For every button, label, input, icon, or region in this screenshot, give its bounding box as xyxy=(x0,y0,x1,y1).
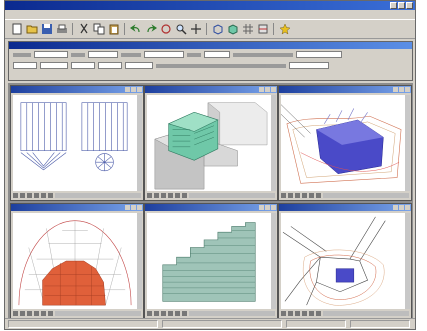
toolbar-separator xyxy=(72,23,73,35)
subwindow-site-view[interactable] xyxy=(278,85,412,201)
toolbar-separator xyxy=(273,23,274,35)
shade-icon[interactable] xyxy=(226,23,239,36)
vertical-scrollbar[interactable] xyxy=(271,95,276,191)
parameter-field[interactable] xyxy=(98,62,122,69)
parameter-field[interactable] xyxy=(204,51,230,58)
parameter-field[interactable] xyxy=(125,62,153,69)
property-dialog xyxy=(8,41,413,81)
parameter-field[interactable] xyxy=(289,62,329,69)
subwindow-toolbar xyxy=(147,192,275,199)
parameter-field[interactable] xyxy=(144,51,184,58)
horizontal-scrollbar[interactable] xyxy=(55,193,141,198)
subwindow-title-bar xyxy=(279,204,411,211)
field-label xyxy=(233,52,293,57)
title-bar xyxy=(5,1,415,10)
vertical-scrollbar[interactable] xyxy=(405,95,410,191)
subwindow-toolbar xyxy=(13,310,141,317)
vertical-scrollbar[interactable] xyxy=(271,213,276,309)
copy-icon[interactable] xyxy=(92,23,105,36)
horizontal-scrollbar[interactable] xyxy=(189,311,275,316)
subwindow-title-bar xyxy=(279,86,411,93)
zoom-icon[interactable] xyxy=(174,23,187,36)
field-label xyxy=(156,63,286,68)
field-label xyxy=(121,52,141,57)
vertical-scrollbar[interactable] xyxy=(137,95,142,191)
subwindow-toolbar xyxy=(281,192,409,199)
save-icon[interactable] xyxy=(40,23,53,36)
minimize-button[interactable] xyxy=(390,2,397,9)
help-icon[interactable] xyxy=(278,23,291,36)
subwindow-sun-dome-view[interactable] xyxy=(10,203,144,319)
print-icon[interactable] xyxy=(55,23,68,36)
maximize-button[interactable] xyxy=(398,2,405,9)
vertical-scrollbar[interactable] xyxy=(405,213,410,309)
parameter-field[interactable] xyxy=(13,62,37,69)
subwindow-toolbar xyxy=(281,310,409,317)
subwindow-toolbar xyxy=(147,310,275,317)
dialog-row xyxy=(9,49,412,60)
close-button[interactable] xyxy=(406,2,413,9)
parameter-field[interactable] xyxy=(88,51,118,58)
horizontal-scrollbar[interactable] xyxy=(323,193,409,198)
sun-dome-canvas[interactable] xyxy=(13,213,137,309)
menu-bar xyxy=(5,10,415,19)
subwindow-title-bar xyxy=(145,86,277,93)
status-field xyxy=(286,320,346,328)
pan-icon[interactable] xyxy=(189,23,202,36)
plan-canvas[interactable] xyxy=(281,213,405,309)
section-icon[interactable] xyxy=(256,23,269,36)
horizontal-scrollbar[interactable] xyxy=(55,311,141,316)
main-toolbar xyxy=(5,19,415,39)
toolbar-separator xyxy=(206,23,207,35)
parameter-field[interactable] xyxy=(34,51,68,58)
subwindow-title-bar xyxy=(11,204,143,211)
mdi-workspace xyxy=(8,83,413,319)
parameter-field[interactable] xyxy=(71,62,95,69)
open-icon[interactable] xyxy=(25,23,38,36)
subwindow-plan-view[interactable] xyxy=(278,203,412,319)
subwindow-3d-massing-view[interactable] xyxy=(144,85,278,201)
vertical-scrollbar[interactable] xyxy=(137,213,142,309)
facade-canvas[interactable] xyxy=(147,213,271,309)
window-controls xyxy=(390,2,413,9)
undo-icon[interactable] xyxy=(129,23,142,36)
status-message xyxy=(8,320,158,328)
toolbar-separator xyxy=(124,23,125,35)
horizontal-scrollbar[interactable] xyxy=(323,311,409,316)
horizontal-scrollbar[interactable] xyxy=(189,193,275,198)
subwindow-facade-view[interactable] xyxy=(144,203,278,319)
elevation-canvas[interactable] xyxy=(13,95,137,191)
rotate-icon[interactable] xyxy=(159,23,172,36)
field-label xyxy=(71,52,85,57)
subwindow-title-bar xyxy=(145,204,277,211)
parameter-field[interactable] xyxy=(40,62,68,69)
wireframe-icon[interactable] xyxy=(211,23,224,36)
status-bar xyxy=(5,318,415,329)
subwindow-elevation-view[interactable] xyxy=(10,85,144,201)
redo-icon[interactable] xyxy=(144,23,157,36)
dialog-row xyxy=(9,60,412,71)
paste-icon[interactable] xyxy=(107,23,120,36)
parameter-field[interactable] xyxy=(296,51,342,58)
dialog-title-bar xyxy=(9,42,412,49)
cut-icon[interactable] xyxy=(77,23,90,36)
massing-canvas[interactable] xyxy=(147,95,271,191)
field-label xyxy=(13,52,31,57)
subwindow-title-bar xyxy=(11,86,143,93)
subwindow-toolbar xyxy=(13,192,141,199)
field-label xyxy=(187,52,201,57)
site-canvas[interactable] xyxy=(281,95,405,191)
status-field xyxy=(350,320,410,328)
new-icon[interactable] xyxy=(10,23,23,36)
status-field xyxy=(162,320,282,328)
cad-application-window xyxy=(4,0,416,330)
grid-icon[interactable] xyxy=(241,23,254,36)
